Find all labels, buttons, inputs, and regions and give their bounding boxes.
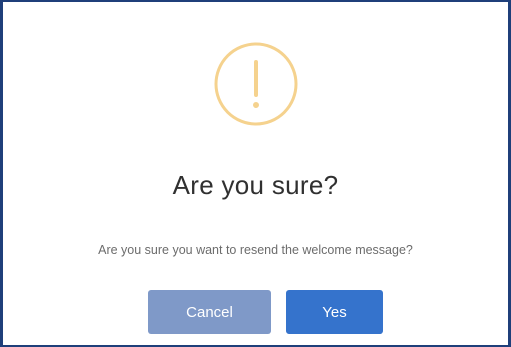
dialog-message: Are you sure you want to resend the welc… [98,243,413,257]
dialog-title: Are you sure? [172,170,339,200]
cancel-button[interactable]: Cancel [148,290,271,334]
confirm-dialog: Are you sure? Are you sure you want to r… [6,4,505,343]
warning-exclamation-icon [214,42,298,126]
dialog-frame: Are you sure? Are you sure you want to r… [0,0,511,347]
yes-button[interactable]: Yes [286,290,383,334]
